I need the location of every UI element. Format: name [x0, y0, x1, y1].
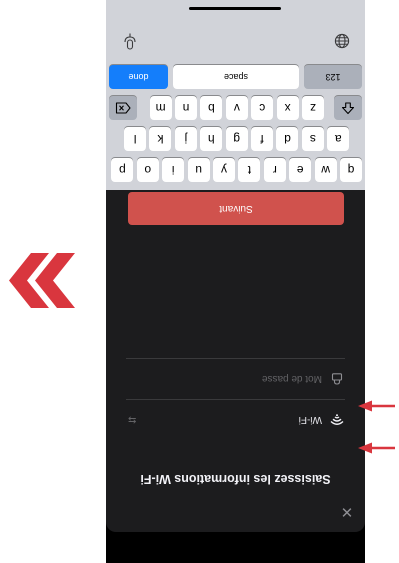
backspace-icon — [115, 102, 131, 114]
red-arrow-network — [358, 442, 395, 454]
key-n[interactable]: n — [175, 96, 197, 120]
key-f[interactable]: f — [251, 127, 274, 151]
key-g[interactable]: g — [225, 127, 248, 151]
key-y[interactable]: y — [213, 158, 235, 182]
swap-icon[interactable]: ⇆ — [128, 415, 136, 426]
keyboard-row-1: qwertyuiop — [106, 158, 365, 182]
key-k[interactable]: k — [149, 127, 172, 151]
phone-screen: ✕ Saisissez les informations Wi‑Fi Wi‑Fi… — [106, 0, 365, 563]
key-d[interactable]: d — [276, 127, 299, 151]
key-x[interactable]: x — [276, 96, 299, 120]
network-field[interactable]: Wi‑Fi ⇆ — [126, 399, 345, 440]
lock-icon — [329, 371, 345, 387]
keyboard: qwertyuiop asdfghjkl zxcvbnm 123 space d… — [106, 0, 365, 190]
wifi-dialog: ✕ Saisissez les informations Wi‑Fi Wi‑Fi… — [106, 190, 365, 532]
key-l[interactable]: l — [124, 127, 147, 151]
password-field[interactable]: Mot de passe — [126, 358, 345, 399]
key-m[interactable]: m — [149, 96, 172, 120]
key-h[interactable]: h — [200, 127, 223, 151]
double-chevron-icon — [9, 253, 75, 308]
key-w[interactable]: w — [314, 158, 337, 182]
keyboard-row-4: 123 space done — [106, 65, 365, 89]
dialog-title: Saisissez les informations Wi‑Fi — [140, 472, 331, 486]
space-key[interactable]: space — [173, 65, 299, 89]
key-r[interactable]: r — [263, 158, 286, 182]
key-o[interactable]: o — [136, 158, 159, 182]
key-b[interactable]: b — [200, 96, 223, 120]
close-icon[interactable]: ✕ — [339, 503, 355, 520]
key-a[interactable]: a — [327, 127, 350, 151]
key-u[interactable]: u — [187, 158, 210, 182]
rotated-screenshot: ✕ Saisissez les informations Wi‑Fi Wi‑Fi… — [0, 0, 399, 563]
microphone-icon[interactable] — [123, 27, 137, 50]
key-j[interactable]: j — [174, 127, 197, 151]
key-s[interactable]: s — [301, 127, 324, 151]
password-placeholder: Mot de passe — [261, 373, 322, 385]
key-i[interactable]: i — [162, 158, 185, 182]
network-name: Wi‑Fi — [298, 414, 322, 426]
wifi-icon — [329, 412, 345, 428]
key-c[interactable]: c — [251, 96, 274, 120]
key-p[interactable]: p — [111, 158, 134, 182]
numbers-key[interactable]: 123 — [304, 65, 362, 89]
keyboard-row-3: zxcvbnm — [106, 96, 365, 120]
shift-key[interactable] — [334, 96, 362, 120]
key-v[interactable]: v — [225, 96, 248, 120]
globe-icon[interactable] — [334, 28, 350, 49]
key-z[interactable]: z — [302, 96, 324, 120]
backspace-key[interactable] — [109, 96, 137, 120]
keyboard-row-2: asdfghjkl — [106, 127, 365, 151]
key-t[interactable]: t — [238, 158, 261, 182]
shift-icon — [341, 102, 355, 115]
done-key[interactable]: done — [109, 65, 168, 89]
red-arrow-password — [358, 400, 395, 412]
home-indicator — [189, 7, 281, 10]
key-e[interactable]: e — [289, 158, 312, 182]
key-q[interactable]: q — [340, 158, 362, 182]
next-button[interactable]: Suivant — [128, 192, 344, 225]
